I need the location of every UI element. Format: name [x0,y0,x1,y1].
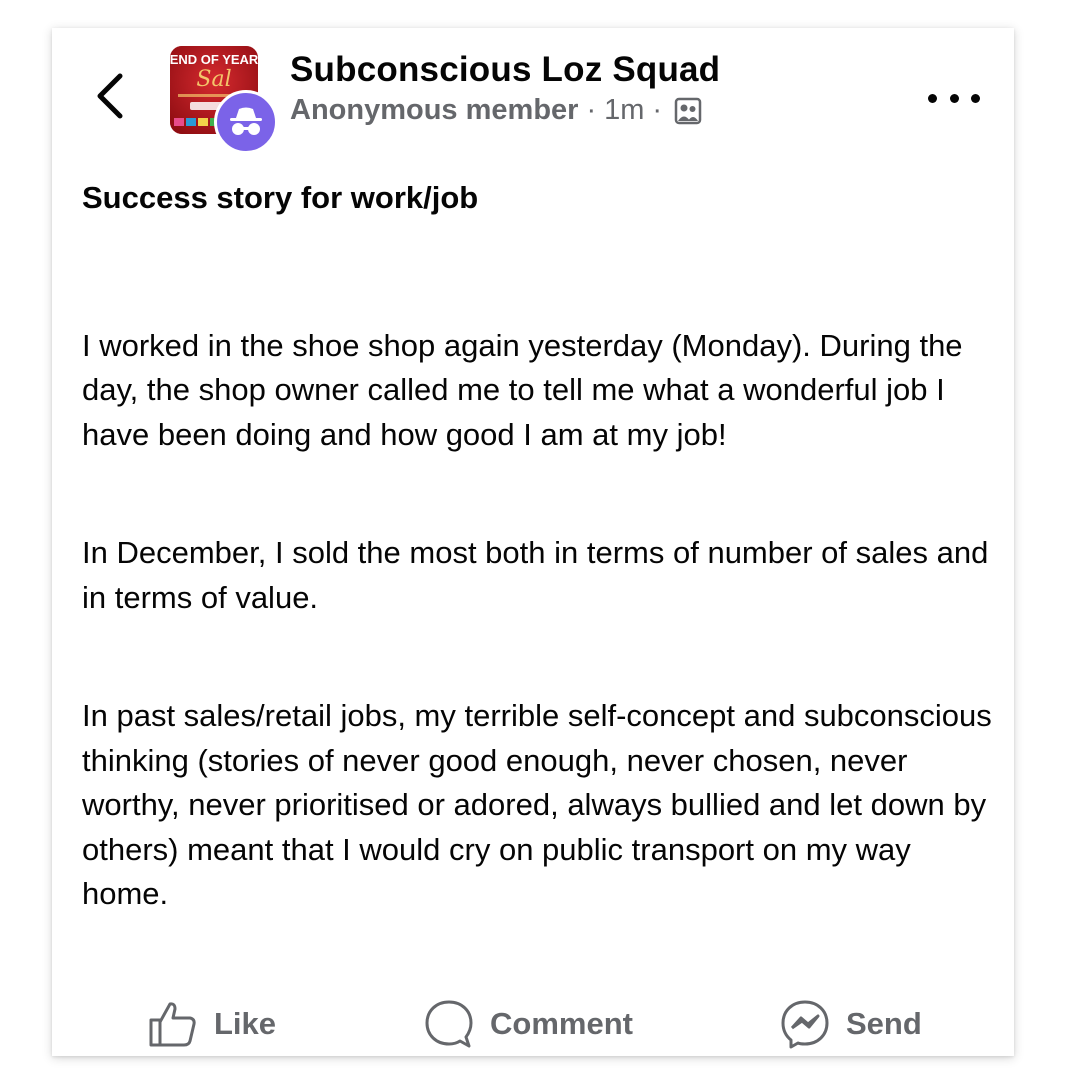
svg-text:Sal: Sal [196,67,231,92]
post-paragraph-1: I worked in the shoe shop again yesterda… [82,327,972,452]
send-label: Send [846,1006,922,1041]
thumbnail-text: END OF YEAR [170,52,258,67]
more-options-button[interactable] [928,86,980,110]
post-timestamp[interactable]: 1m [604,94,644,127]
anonymous-avatar [214,90,278,154]
back-button[interactable] [90,68,130,124]
send-button[interactable]: Send [780,996,922,1052]
comment-button[interactable]: Comment [424,996,633,1052]
incognito-icon [230,107,262,135]
group-members-icon [674,97,702,125]
speech-bubble-icon [425,1000,473,1048]
thumbs-up-icon [149,1002,196,1047]
meta-separator-2: · [652,94,663,126]
post-paragraph-3: In past sales/retail jobs, my terrible s… [82,698,1001,911]
post-meta: Anonymous member · 1m · [290,94,702,127]
like-button[interactable]: Like [148,996,276,1052]
meta-separator: · [586,94,597,126]
messenger-icon [781,1000,829,1049]
chevron-left-icon [97,73,123,119]
post-body: Success story for work/job I worked in th… [82,176,997,917]
post-card: END OF YEAR Sal Subconscious Loz Squad A… [52,28,1014,1056]
post-title: Success story for work/job [82,180,479,215]
like-label: Like [214,1006,277,1041]
post-actions: Like Comment Send [52,996,1014,1052]
group-avatar[interactable]: END OF YEAR Sal [170,46,280,156]
author-name[interactable]: Anonymous member [290,94,578,127]
post-paragraph-2: In December, I sold the most both in ter… [82,535,997,615]
group-name[interactable]: Subconscious Loz Squad [290,50,720,90]
comment-label: Comment [490,1006,633,1041]
more-horizontal-icon [928,93,937,103]
